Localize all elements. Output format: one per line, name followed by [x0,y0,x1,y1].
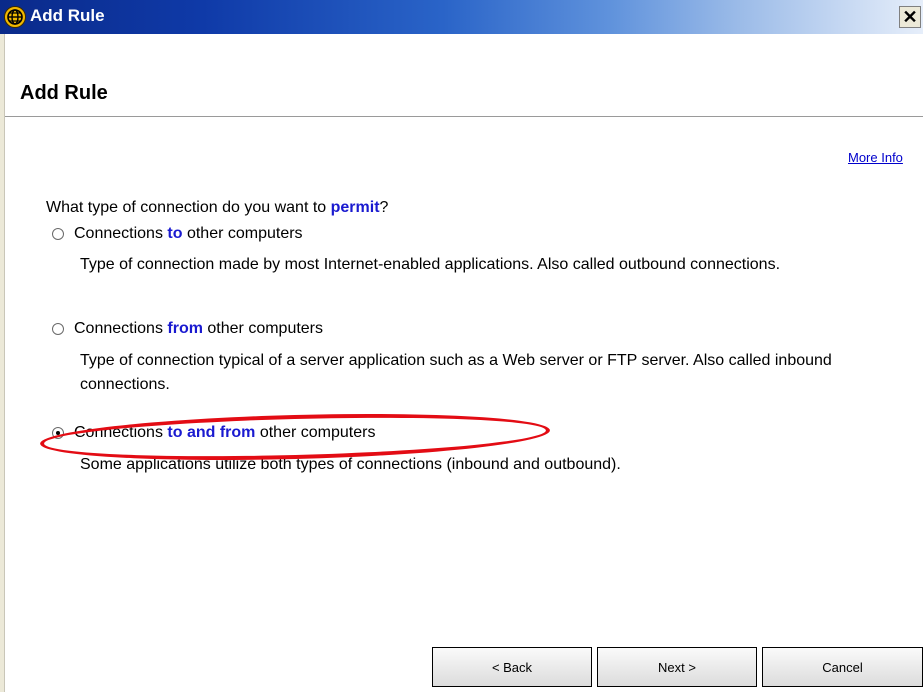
question-prefix: What type of connection do you want to [46,199,331,216]
header-divider [5,116,923,117]
next-button-label: Next > [658,659,696,675]
option-inbound[interactable]: Connections from other computers [52,320,323,338]
window-left-border [0,34,5,692]
option-outbound-description: Type of connection made by most Internet… [80,256,781,273]
close-icon: ✕ [902,7,918,27]
option-inbound-description: Type of connection typical of a server a… [80,352,832,393]
radio-outbound[interactable] [52,228,64,240]
option-outbound-label: Connections to other computers [74,225,303,242]
page-title: Add Rule [20,82,108,104]
question-suffix: ? [379,199,389,216]
title-bar: Add Rule ✕ [0,0,923,34]
option-outbound[interactable]: Connections to other computers [52,225,303,243]
back-button-label: < Back [491,659,533,675]
option-inbound-label: Connections from other computers [74,320,324,337]
cancel-button[interactable]: Cancel [762,647,923,687]
window-title: Add Rule [30,6,105,25]
radio-inbound[interactable] [52,323,64,335]
question-text: What type of connection do you want to p… [46,199,388,217]
cancel-button-label: Cancel [822,659,863,675]
close-button[interactable]: ✕ [899,6,921,28]
globe-icon [4,6,26,28]
next-button[interactable]: Next > [597,647,757,687]
question-keyword: permit [330,199,380,216]
back-button[interactable]: < Back [432,647,592,687]
more-info-link[interactable]: More Info [848,150,903,165]
